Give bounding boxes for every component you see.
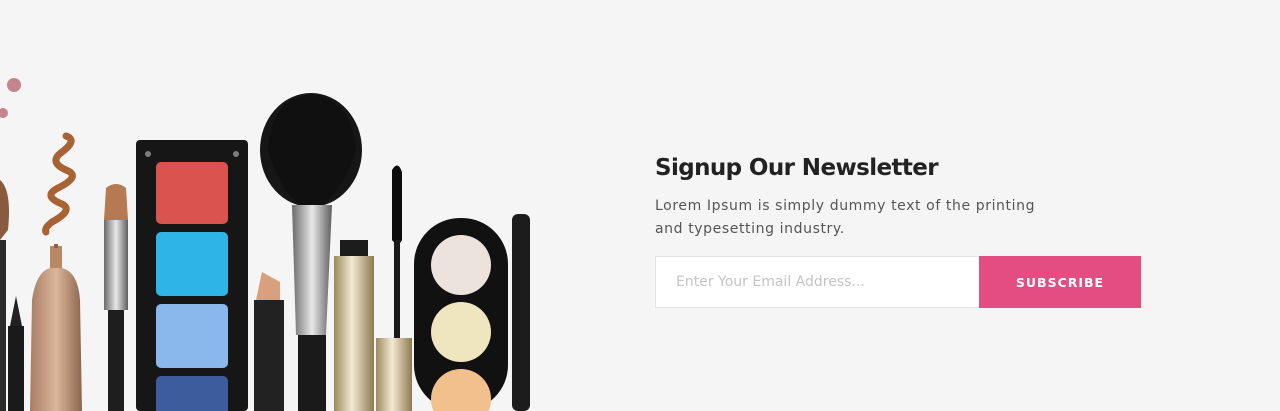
concealer-brush [104, 184, 128, 411]
makeup-illustration [0, 0, 540, 411]
mascara [376, 165, 412, 411]
foundation-tube [30, 244, 82, 411]
email-input[interactable] [655, 256, 979, 308]
newsletter-section: Signup Our Newsletter Lorem Ipsum is sim… [655, 155, 1215, 308]
eyeshadow-palette [136, 140, 248, 411]
lipstick [254, 272, 284, 411]
concealer-tube [334, 240, 374, 411]
eyeliner-pencil [8, 296, 24, 411]
bead-decoration [0, 78, 21, 118]
newsletter-title: Signup Our Newsletter [655, 155, 939, 181]
partial-brush [0, 180, 9, 411]
subscribe-form: SUBSCRIBE [655, 256, 1215, 308]
powder-compact [414, 214, 530, 411]
newsletter-description: Lorem Ipsum is simply dummy text of the … [655, 198, 1036, 237]
subscribe-button[interactable]: SUBSCRIBE [979, 256, 1141, 308]
foundation-swirl [42, 132, 76, 236]
